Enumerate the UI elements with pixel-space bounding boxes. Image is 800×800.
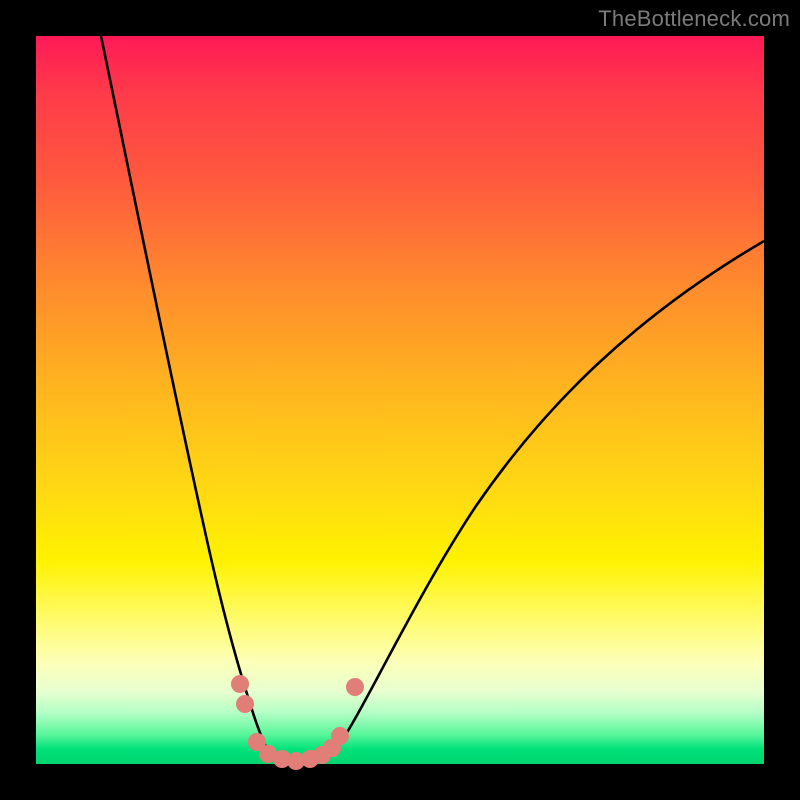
bottleneck-curve: [36, 36, 764, 764]
marker: [331, 727, 349, 745]
marker-group: [231, 675, 364, 770]
curve-left-branch: [101, 36, 270, 754]
marker: [231, 675, 249, 693]
marker: [236, 695, 254, 713]
plot-area: [36, 36, 764, 764]
watermark-text: TheBottleneck.com: [598, 6, 790, 32]
chart-frame: TheBottleneck.com: [0, 0, 800, 800]
marker: [346, 678, 364, 696]
curve-right-branch: [336, 241, 764, 750]
